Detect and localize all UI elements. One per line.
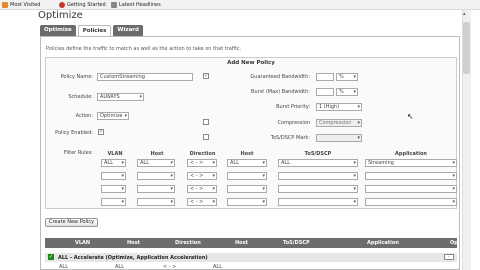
compression-label: Compression [277,120,310,126]
bookmarks-bar: Most Visited Getting Started Latest Head… [0,0,480,10]
guaranteed-bandwidth-label: Guaranteed Bandwidth: [250,74,310,80]
grid-col-host2: Host [235,240,248,246]
scrollbar-thumb[interactable] [463,22,470,74]
schedule-label: Schedule: [68,94,93,100]
tos-mark-select[interactable] [316,134,362,142]
group-label: ALL - Accelerate (Optimize, Application … [58,255,208,261]
create-new-policy-button[interactable]: Create New Policy [45,218,99,227]
row-host: ALL [115,264,124,270]
tos-mark-label: ToS/DSCP Mark: [270,135,310,141]
tab-wizard[interactable]: Wizard [113,25,143,36]
mouse-cursor-icon: ↖ [407,112,414,121]
group-collapse-icon[interactable]: - [444,254,454,260]
filter-rules-label: Filter Rules: [63,150,93,156]
grid-col-tos: ToS/DSCP [283,240,310,246]
policy-enabled-checkbox[interactable]: ✓ [98,129,104,135]
filter-col-vlan: VLAN [107,151,123,157]
action-label: Action: [75,113,93,119]
grid-col-vlan: VLAN [75,240,91,246]
guaranteed-bandwidth-input[interactable] [316,73,334,81]
guaranteed-bandwidth-unit[interactable]: % [336,73,358,81]
filter-col-host: Host [150,151,164,157]
filter-host-select[interactable] [137,172,175,180]
policy-name-input[interactable]: CustomStreaming [97,73,193,81]
filter-host-select[interactable] [137,185,175,193]
policies-description: Policies define the traffic to match as … [46,46,242,52]
grid-col-application: Application [367,240,399,246]
rss-icon [111,2,117,8]
bookmark-latest-headlines[interactable]: Latest Headlines [111,2,161,8]
filter-vlan-select[interactable] [101,185,126,193]
table-row[interactable]: ALL ALL < - > ALL [45,264,457,270]
filter-col-tos: ToS/DSCP [304,151,332,157]
filter-direction-select[interactable]: < - > [187,172,217,180]
filter-direction-select[interactable]: < - > [187,198,217,206]
filter-tos-select[interactable]: ALL [278,159,358,167]
filter-application-select[interactable] [365,172,457,180]
tab-bar: Optimize Policies Wizard [40,25,143,36]
tab-policies[interactable]: Policies [77,25,112,36]
tab-optimize[interactable]: Optimize [40,25,76,36]
action-select[interactable]: Optimize [97,112,129,120]
filter-application-select[interactable]: Streaming [365,159,457,167]
filter-host2-select[interactable]: ALL [227,159,267,167]
grid-col-direction: Direction [175,240,201,246]
filter-col-application: Application [395,151,427,157]
filter-direction-select[interactable]: < - > [187,159,217,167]
burst-bandwidth-label: Burst (Max) Bandwidth: [251,89,310,95]
filter-col-host2: Host [240,151,254,157]
policy-grid-header: VLAN Host Direction Host ToS/DSCP Applic… [45,238,458,248]
filter-application-select[interactable] [365,198,457,206]
filter-host2-select[interactable] [227,185,267,193]
filter-vlan-select[interactable]: ALL [101,159,126,167]
compression-checkbox[interactable] [203,119,209,125]
filter-host2-select[interactable] [227,198,267,206]
filter-host2-select[interactable] [227,172,267,180]
page-title: Optimize [38,10,83,21]
bookmark-icon [2,2,8,8]
add-policy-header: Add New Policy [227,60,275,66]
guaranteed-bandwidth-checkbox[interactable]: ✓ [203,73,209,79]
filter-vlan-select[interactable] [101,172,126,180]
firefox-icon [59,2,65,8]
row-direction: < - > [163,264,177,270]
filter-tos-select[interactable] [278,198,358,206]
bookmark-most-visited[interactable]: Most Visited [2,2,40,8]
grid-col-options: Op [450,240,458,246]
filter-vlan-select[interactable] [101,198,126,206]
schedule-select[interactable]: ALWAYS [97,93,144,101]
burst-bandwidth-unit[interactable]: % [336,88,358,96]
policy-enabled-label: Policy Enabled: [55,130,93,136]
filter-host-select[interactable]: ALL [137,159,175,167]
compression-select[interactable]: Compression [316,119,362,127]
tos-mark-checkbox[interactable] [203,134,209,140]
scroll-up-icon[interactable]: ▴ [463,11,466,17]
filter-col-direction: Direction [189,151,216,157]
row-vlan: ALL [59,264,68,270]
filter-host-select[interactable] [137,198,175,206]
policy-name-label: Policy Name: [60,74,93,80]
burst-priority-select[interactable]: 1 (High) [316,103,362,111]
burst-bandwidth-input[interactable] [316,88,334,96]
filter-tos-select[interactable] [278,172,358,180]
bookmark-getting-started[interactable]: Getting Started [59,2,106,8]
burst-priority-label: Burst Priority: [276,104,310,110]
group-check-icon: ✓ [48,254,54,260]
policy-group-row[interactable]: ✓ ALL - Accelerate (Optimize, Applicatio… [45,253,457,262]
filter-application-select[interactable] [365,185,457,193]
grid-col-host: Host [127,240,140,246]
filter-direction-select[interactable]: < - > [187,185,217,193]
filter-tos-select[interactable] [278,185,358,193]
row-host2: ALL [213,264,222,270]
